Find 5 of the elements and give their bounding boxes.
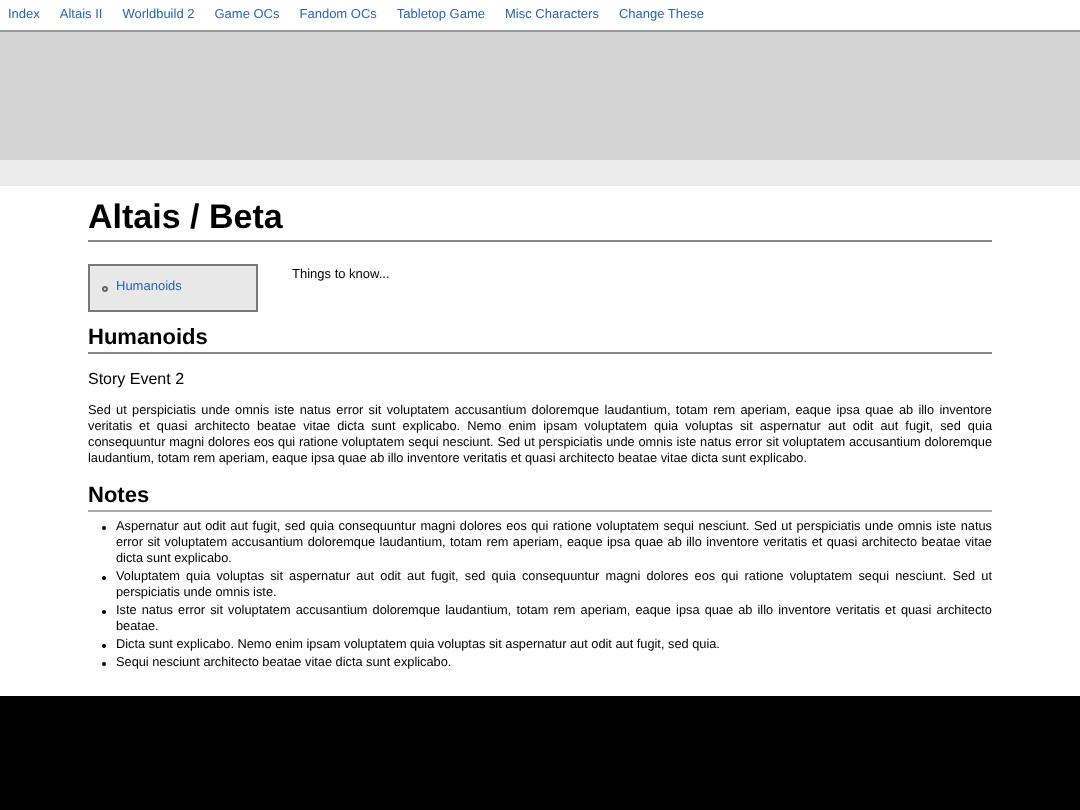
bullet-icon [102,285,108,291]
section-heading: Notes [88,482,992,512]
subheading: Story Event 2 [88,368,187,392]
section-heading: Humanoids [88,324,992,354]
page-title: Altais / Beta [88,198,992,242]
